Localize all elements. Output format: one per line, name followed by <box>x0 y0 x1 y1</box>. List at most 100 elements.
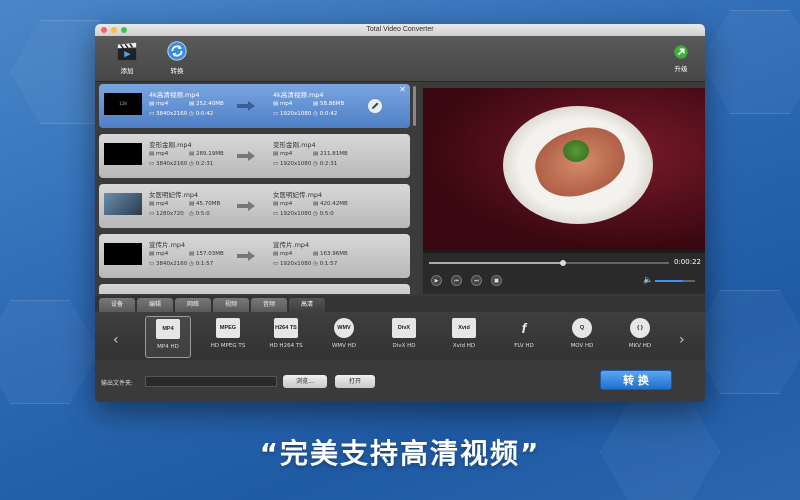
tab-web[interactable]: 网络 <box>175 298 211 312</box>
video-thumbnail: 128 <box>104 93 142 115</box>
upgrade-arrow-icon <box>674 45 688 59</box>
play-button[interactable]: ▶ <box>431 275 442 286</box>
browse-button[interactable]: 浏览... <box>283 375 327 388</box>
h264-ts-icon: H264 TS <box>274 318 298 338</box>
format-mp4-hd[interactable]: MP4 MP4 HD <box>145 316 191 358</box>
source-resolution: 1280x720 <box>155 211 184 217</box>
clock-icon: ◷ 0:1:57 <box>313 261 338 267</box>
file-item[interactable]: 宣传片.mp4 ▤ mp4 ▤ 157.03MB ▭ 3840x2160 ◷ 0… <box>99 234 410 278</box>
format-label: HD H264 TS <box>269 343 303 349</box>
output-duration: 0:1:57 <box>319 261 338 267</box>
seek-handle[interactable] <box>560 260 566 266</box>
output-format: mp4 <box>279 251 293 257</box>
file-item[interactable]: 128 4k高清视频.mp4 ▤ mp4 ▤ 252.40MB ▭ 3840x2… <box>99 84 410 128</box>
format-icon: ▤ mp4 <box>273 101 293 107</box>
output-format: mp4 <box>279 101 293 107</box>
convert-button[interactable]: 转 换 <box>600 370 672 390</box>
list-scrollbar[interactable] <box>413 86 416 126</box>
output-folder-label: 输出文件夹: <box>101 380 134 387</box>
format-selector: ‹ MP4 MP4 HD MPEG TS HD MPEG TS H264 TS HD … <box>95 312 705 360</box>
format-wmv-hd[interactable]: WMV WMV HD <box>321 316 367 358</box>
resolution-icon: ▭ 1280x720 <box>149 211 184 217</box>
format-label: MP4 HD <box>157 344 179 350</box>
promo-caption: “完美支持高清视频” <box>259 437 541 470</box>
output-filename: 变形金刚.mp4 <box>273 141 316 149</box>
source-size: 157.03MB <box>195 251 224 257</box>
zoom-window-button[interactable] <box>121 27 127 33</box>
format-flv-hd[interactable]: f FLV HD <box>501 316 547 358</box>
remove-item-icon[interactable]: ✕ <box>399 85 406 94</box>
source-filename: 宣传片.mp4 <box>149 241 186 249</box>
file-item[interactable]: 变形金刚.mp4 ▤ mp4 ▤ 289.19MB ▭ 3840x2160 ◷ … <box>99 134 410 178</box>
format-xvid-hd[interactable]: Xvid Xvid HD <box>441 316 487 358</box>
playback-time: 0:00:22 <box>674 258 701 266</box>
output-folder-input[interactable] <box>145 376 277 387</box>
add-label: 添加 <box>120 67 134 75</box>
output-bar: 输出文件夹: 浏览... 打开 转 换 <box>95 360 705 402</box>
close-window-button[interactable] <box>101 27 107 33</box>
tab-video[interactable]: 视频 <box>213 298 249 312</box>
volume-slider[interactable] <box>655 280 695 282</box>
output-duration: 0:0:42 <box>319 111 338 117</box>
format-hd-h264-ts[interactable]: H264 TS HD H264 TS <box>263 316 309 358</box>
resolution-icon: ▭ 1920x1080 <box>273 161 312 167</box>
mp4-icon: MP4 <box>156 319 180 339</box>
tab-audio[interactable]: 音频 <box>251 298 287 312</box>
previous-frame-button[interactable]: ⏮ <box>451 275 462 286</box>
source-format: mp4 <box>155 251 169 257</box>
output-duration: 0:5:0 <box>319 211 334 217</box>
output-duration: 0:2:31 <box>319 161 338 167</box>
convert-toolbar-button[interactable]: 转换 <box>157 40 197 75</box>
format-icon: ▤ mp4 <box>273 151 293 157</box>
next-frame-button[interactable]: ⏭ <box>471 275 482 286</box>
file-item[interactable] <box>99 284 410 294</box>
format-icon: ▤ mp4 <box>149 151 169 157</box>
add-button[interactable]: 添加 <box>107 40 147 75</box>
seek-progress <box>429 262 561 264</box>
open-folder-button[interactable]: 打开 <box>335 375 375 388</box>
format-label: DivX HD <box>392 343 416 349</box>
format-mkv-hd[interactable]: { } MKV HD <box>617 316 663 358</box>
stop-button[interactable]: ■ <box>491 275 502 286</box>
clock-icon: ◷ 0:5:0 <box>313 211 334 217</box>
hex-decoration <box>700 10 800 114</box>
divx-icon: DivX <box>392 318 416 338</box>
source-format: mp4 <box>155 101 169 107</box>
resolution-icon: ▭ 1920x1080 <box>273 261 312 267</box>
source-resolution: 3840x2160 <box>155 261 188 267</box>
format-label: WMV HD <box>331 343 357 349</box>
format-icon: ▤ mp4 <box>149 101 169 107</box>
format-hd-mpeg-ts[interactable]: MPEG TS HD MPEG TS <box>205 316 251 358</box>
output-resolution: 1920x1080 <box>279 111 312 117</box>
source-format: mp4 <box>155 201 169 207</box>
output-filename: 宣传片.mp4 <box>273 241 310 249</box>
app-window: Total Video Converter 添加 转换 升级 128 4k高清视… <box>95 24 705 402</box>
upgrade-button[interactable]: 升级 <box>661 40 701 73</box>
source-size: 289.19MB <box>195 151 224 157</box>
video-frame <box>423 88 705 250</box>
format-icon: ▤ mp4 <box>149 251 169 257</box>
quicktime-icon: Q <box>572 318 592 338</box>
edit-pencil-icon[interactable] <box>367 98 383 114</box>
file-item[interactable]: 女医明妃传.mp4 ▤ mp4 ▤ 45.70MB ▭ 1280x720 ◷ 0… <box>99 184 410 228</box>
format-mov-hd[interactable]: Q MOV HD <box>559 316 605 358</box>
next-formats-icon[interactable]: › <box>679 332 685 348</box>
output-resolution: 1920x1080 <box>279 261 312 267</box>
tab-edit[interactable]: 编辑 <box>137 298 173 312</box>
mkv-icon: { } <box>630 318 650 338</box>
format-label: HD MPEG TS <box>210 343 246 349</box>
arrow-right-icon <box>237 101 255 111</box>
tab-hd[interactable]: 高清 <box>289 298 325 312</box>
output-size: 163.96MB <box>319 251 348 257</box>
resolution-icon: ▭ 1920x1080 <box>273 211 312 217</box>
file-list[interactable]: 128 4k高清视频.mp4 ▤ mp4 ▤ 252.40MB ▭ 3840x2… <box>95 82 420 294</box>
window-title: Total Video Converter <box>366 26 434 33</box>
format-divx-hd[interactable]: DivX DivX HD <box>381 316 427 358</box>
clapperboard-icon <box>117 42 137 61</box>
minimize-window-button[interactable] <box>111 27 117 33</box>
seek-bar[interactable] <box>429 260 669 266</box>
previous-formats-icon[interactable]: ‹ <box>113 332 119 348</box>
size-icon: ▤ 58.86MB <box>313 101 345 107</box>
wmv-icon: WMV <box>334 318 354 338</box>
tab-device[interactable]: 设备 <box>99 298 135 312</box>
